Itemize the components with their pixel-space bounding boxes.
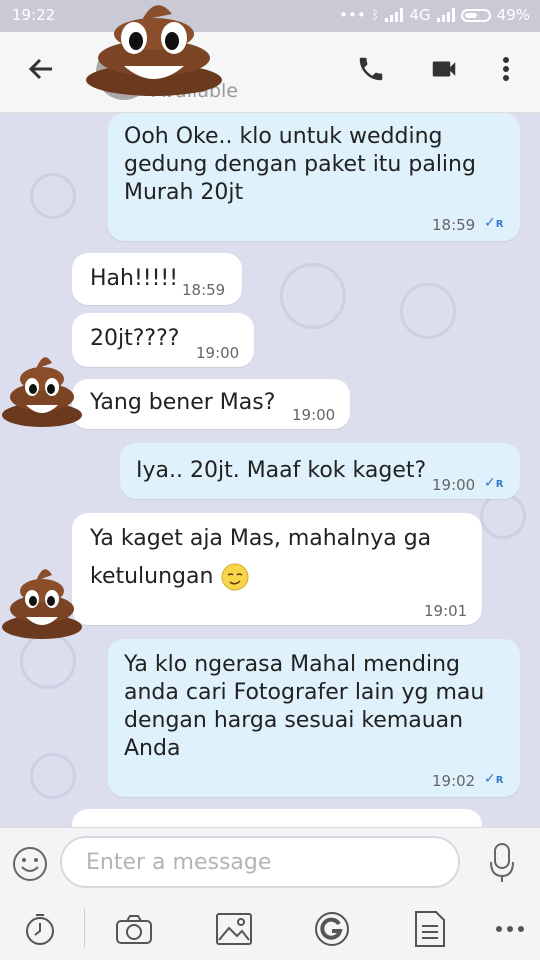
poop-emoji-icon xyxy=(2,357,82,427)
timer-icon[interactable] xyxy=(18,907,62,951)
signal-icon xyxy=(385,8,404,22)
doodle xyxy=(480,493,526,539)
chat-area[interactable]: Ooh Oke.. klo untuk wedding gedung denga… xyxy=(0,113,540,827)
message-text: 20jt???? xyxy=(90,326,180,351)
more-vertical-icon[interactable] xyxy=(496,54,516,88)
message-text: Ya kaget aja Mas, mahalnya ga ketulungan xyxy=(90,525,431,591)
status-time: 19:22 xyxy=(12,6,56,24)
status-icons: ••• ᛒ 4G 49% xyxy=(339,6,530,24)
more-horizontal-icon[interactable] xyxy=(488,907,532,951)
g-icon[interactable] xyxy=(310,907,354,951)
read-receipt-icon: ✓R xyxy=(484,475,504,491)
camera-icon[interactable] xyxy=(112,907,156,951)
message-line-with-emoji: ketulungan xyxy=(90,563,431,591)
message-time: 18:59 xyxy=(432,216,476,234)
message-line: dengan harga sesuai kemauan xyxy=(124,708,464,733)
receipt-label: R xyxy=(495,479,504,490)
doodle xyxy=(280,263,346,329)
relieved-face-emoji-icon xyxy=(221,563,249,591)
message-line: Ya klo ngerasa Mahal mending xyxy=(124,652,460,677)
message-text: Yang bener Mas? xyxy=(90,390,276,415)
phone-icon[interactable] xyxy=(356,54,386,88)
message-input-text[interactable] xyxy=(84,849,448,876)
message-bubble-incoming[interactable]: Yang bener Mas? 19:00 xyxy=(72,379,350,429)
message-input[interactable] xyxy=(60,836,460,888)
gallery-icon[interactable] xyxy=(212,907,256,951)
battery-icon xyxy=(460,8,491,22)
message-text: Ooh Oke.. klo untuk wedding gedung denga… xyxy=(124,123,476,207)
message-line: Ooh Oke.. klo untuk wedding xyxy=(124,124,443,149)
doodle xyxy=(30,753,76,799)
status-bar: 19:22 ••• ᛒ 4G 49% xyxy=(0,0,540,32)
read-receipt-icon: ✓R xyxy=(484,215,504,231)
battery-level: 49% xyxy=(496,6,530,24)
message-time: 19:00 xyxy=(196,344,240,362)
receipt-label: R xyxy=(495,219,504,230)
message-line: Murah 20jt xyxy=(124,180,244,205)
message-time: 19:00 xyxy=(432,476,476,494)
doodle xyxy=(20,633,76,689)
message-line: anda cari Fotografer lain yg mau xyxy=(124,680,485,705)
message-line: Ya kaget aja Mas, mahalnya ga xyxy=(90,526,432,551)
dots-icon: ••• xyxy=(339,6,366,24)
message-text: Ya klo ngerasa Mahal mending anda cari F… xyxy=(124,651,484,763)
message-bubble-outgoing[interactable]: Iya.. 20jt. Maaf kok kaget? 19:00 ✓R xyxy=(120,443,520,499)
message-bubble-incoming[interactable]: 20jt???? 19:00 xyxy=(72,313,254,367)
document-icon[interactable] xyxy=(408,907,452,951)
message-bubble-incoming-partial[interactable] xyxy=(72,809,482,827)
message-text: Iya.. 20jt. Maaf kok kaget? xyxy=(136,458,427,483)
message-bubble-outgoing[interactable]: Ya klo ngerasa Mahal mending anda cari F… xyxy=(108,639,520,797)
poop-emoji-icon xyxy=(2,569,82,639)
signal-icon-2 xyxy=(436,8,455,22)
message-line: gedung dengan paket itu paling xyxy=(124,152,476,177)
message-time: 18:59 xyxy=(182,281,226,299)
doodle xyxy=(30,173,76,219)
message-input-bar xyxy=(0,827,540,900)
message-line: Anda xyxy=(124,736,181,761)
microphone-icon[interactable] xyxy=(488,842,516,888)
network-type: 4G xyxy=(409,6,431,24)
doodle xyxy=(400,283,456,339)
message-time: 19:02 xyxy=(432,772,476,790)
attachment-toolbar xyxy=(0,899,540,960)
poop-emoji-icon xyxy=(86,5,222,96)
back-arrow-icon[interactable] xyxy=(26,54,56,92)
receipt-label: R xyxy=(495,775,504,786)
emoji-icon[interactable] xyxy=(12,846,48,886)
read-receipt-icon: ✓R xyxy=(484,771,504,787)
message-bubble-incoming[interactable]: Ya kaget aja Mas, mahalnya ga ketulungan… xyxy=(72,513,482,625)
bluetooth-icon: ᛒ xyxy=(371,7,380,23)
video-camera-icon[interactable] xyxy=(428,54,460,88)
message-bubble-outgoing[interactable]: Ooh Oke.. klo untuk wedding gedung denga… xyxy=(108,113,520,241)
toolbar-separator xyxy=(84,909,85,947)
message-line: ketulungan xyxy=(90,564,214,589)
message-text: Hah!!!!! xyxy=(90,266,179,291)
message-time: 19:00 xyxy=(292,406,336,424)
chat-header: Available xyxy=(0,32,540,113)
message-time: 19:01 xyxy=(424,602,468,620)
message-bubble-incoming[interactable]: Hah!!!!! 18:59 xyxy=(72,253,242,305)
